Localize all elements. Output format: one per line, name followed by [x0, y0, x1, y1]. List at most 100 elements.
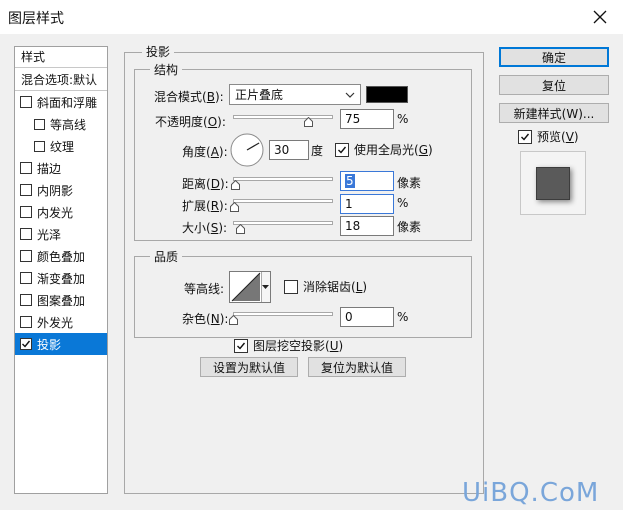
sidebar-item-label: 颜色叠加: [37, 249, 86, 264]
preview-checkbox[interactable]: 预览(V): [518, 128, 579, 145]
contour-label: 等高线:: [184, 282, 225, 296]
quality-title: 品质: [150, 248, 183, 265]
sidebar-item-label: 斜面和浮雕: [37, 95, 98, 110]
sidebar-item-label: 渐变叠加: [37, 271, 86, 286]
checkbox-icon: [335, 142, 349, 157]
checkbox-icon[interactable]: [34, 118, 45, 130]
checkbox-icon[interactable]: [20, 272, 32, 284]
distance-input[interactable]: 5: [340, 171, 394, 191]
reset-default-button[interactable]: 复位为默认值: [308, 357, 406, 377]
checkbox-icon[interactable]: [20, 338, 32, 350]
checkbox-icon[interactable]: [20, 294, 32, 306]
size-slider-track[interactable]: [233, 221, 333, 225]
blend-mode-value: 正片叠底: [235, 88, 284, 102]
global-light-checkbox[interactable]: 使用全局光(G): [335, 141, 433, 158]
sidebar-item[interactable]: 投影: [15, 333, 107, 355]
watermark: UiBQ.CoM: [462, 478, 600, 508]
checkbox-icon[interactable]: [20, 316, 32, 328]
checkbox-icon[interactable]: [20, 184, 32, 196]
sidebar-item-label: 外发光: [37, 315, 74, 330]
sidebar-item-label: 纹理: [50, 139, 75, 154]
sidebar-item-label: 投影: [37, 337, 62, 352]
sidebar-item-label: 光泽: [37, 227, 62, 242]
sidebar-item[interactable]: 内阴影: [15, 179, 107, 201]
new-style-button[interactable]: 新建样式(W)...: [499, 103, 609, 123]
sidebar-item[interactable]: 斜面和浮雕: [15, 91, 107, 113]
spread-label: 扩展(R):: [182, 199, 228, 213]
blend-options-item[interactable]: 混合选项:默认: [15, 69, 107, 91]
sidebar-item[interactable]: 外发光: [15, 311, 107, 333]
sidebar-item[interactable]: 渐变叠加: [15, 267, 107, 289]
sidebar-item[interactable]: 颜色叠加: [15, 245, 107, 267]
chevron-down-icon: [345, 92, 355, 98]
checkbox-icon[interactable]: [34, 140, 45, 152]
sidebar-item[interactable]: 光泽: [15, 223, 107, 245]
opacity-input[interactable]: 75: [340, 109, 394, 129]
distance-label: 距离(D):: [182, 177, 229, 191]
noise-slider-thumb[interactable]: [228, 315, 238, 325]
angle-label: 角度(A):: [182, 145, 228, 159]
preview-square: [536, 167, 570, 200]
angle-input[interactable]: 30: [269, 140, 309, 160]
size-label: 大小(S):: [182, 221, 228, 235]
checkbox-icon[interactable]: [20, 228, 32, 240]
noise-unit: %: [397, 310, 409, 324]
title-bar: [0, 0, 623, 34]
sidebar-item[interactable]: 图案叠加: [15, 289, 107, 311]
sidebar-item[interactable]: 描边: [15, 157, 107, 179]
sidebar-item-label: 图案叠加: [37, 293, 86, 308]
sidebar-item[interactable]: 等高线: [15, 113, 107, 135]
checkbox-icon[interactable]: [20, 250, 32, 262]
dropdown-arrow-icon: [262, 285, 269, 289]
blend-mode-label: 混合模式(B):: [154, 90, 224, 104]
noise-label: 杂色(N):: [182, 312, 229, 326]
sidebar-item-label: 内阴影: [37, 183, 74, 198]
checkbox-icon[interactable]: [20, 206, 32, 218]
sidebar-item[interactable]: 纹理: [15, 135, 107, 157]
size-input[interactable]: 18: [340, 216, 394, 236]
noise-slider-track[interactable]: [233, 312, 333, 316]
ok-button[interactable]: 确定: [499, 47, 609, 67]
spread-slider-thumb[interactable]: [229, 202, 239, 212]
close-icon: [593, 10, 607, 24]
opacity-label: 不透明度(O):: [155, 115, 226, 129]
checkbox-icon: [518, 129, 532, 144]
distance-slider-thumb[interactable]: [230, 180, 240, 190]
anti-alias-checkbox[interactable]: 消除锯齿(L): [284, 278, 367, 295]
size-slider-thumb[interactable]: [235, 224, 245, 234]
spread-input[interactable]: 1: [340, 194, 394, 214]
noise-input[interactable]: 0: [340, 307, 394, 327]
drop-shadow-title: 投影: [142, 43, 175, 60]
spread-slider-track[interactable]: [233, 199, 333, 203]
angle-dial[interactable]: [229, 132, 265, 168]
sidebar-item[interactable]: 内发光: [15, 201, 107, 223]
opacity-slider-track[interactable]: [233, 115, 333, 119]
opacity-unit: %: [397, 112, 409, 126]
reset-button[interactable]: 复位: [499, 75, 609, 95]
sidebar-item-label: 内发光: [37, 205, 74, 220]
set-default-button[interactable]: 设置为默认值: [200, 357, 298, 377]
preview-thumbnail: [520, 151, 586, 215]
shadow-color-swatch[interactable]: [366, 86, 408, 103]
checkbox-icon[interactable]: [20, 162, 32, 174]
distance-unit: 像素: [397, 176, 422, 190]
window-title: 图层样式: [8, 11, 64, 27]
checkbox-icon: [284, 279, 298, 294]
contour-curve-icon: [231, 272, 261, 302]
opacity-slider-thumb[interactable]: [303, 117, 313, 127]
spread-unit: %: [397, 196, 409, 210]
close-button[interactable]: [585, 2, 615, 32]
size-unit: 像素: [397, 220, 422, 234]
checkbox-icon: [234, 338, 248, 353]
angle-unit: 度: [311, 144, 324, 158]
checkbox-icon[interactable]: [20, 96, 32, 108]
styles-list: 样式 混合选项:默认 斜面和浮雕等高线纹理描边内阴影内发光光泽颜色叠加渐变叠加图…: [14, 46, 108, 494]
blend-mode-select[interactable]: 正片叠底: [229, 84, 361, 105]
contour-picker[interactable]: [229, 271, 271, 303]
structure-title: 结构: [150, 61, 183, 78]
layer-knockout-checkbox[interactable]: 图层挖空投影(U): [234, 337, 343, 354]
sidebar-item-label: 等高线: [50, 117, 87, 132]
distance-slider-track[interactable]: [233, 177, 333, 181]
styles-header[interactable]: 样式: [15, 47, 107, 68]
sidebar-item-label: 描边: [37, 161, 62, 176]
